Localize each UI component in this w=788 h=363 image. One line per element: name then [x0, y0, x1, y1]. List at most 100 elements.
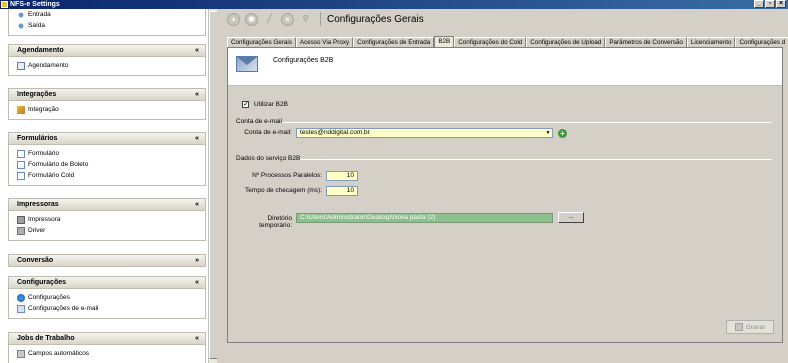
window-controls: _ ▫ ×: [754, 0, 786, 9]
chevron-down-icon[interactable]: ▼: [544, 129, 552, 137]
search-icon[interactable]: ⚲: [299, 13, 312, 26]
app-icon: [1, 1, 8, 8]
use-b2b-checkbox[interactable]: ✓ Utilizar B2B: [242, 101, 288, 108]
tab-configuracoes-gerais[interactable]: Configurações Gerais: [227, 37, 296, 47]
sidebar-section-agendamento: Agendamento « Agendamento: [8, 44, 206, 76]
sidebar-item-label: Formulário de Boleto: [28, 161, 89, 168]
main-area: + ✱ ╱ × ⚲ Configurações Gerais Configura…: [222, 9, 788, 363]
sidebar-item-driver[interactable]: Driver: [17, 225, 205, 236]
sidebar-item-saida[interactable]: Saída: [17, 20, 205, 31]
sidebar-section-jobs: Jobs de Trabalho « Campos automáticos: [8, 332, 206, 363]
sidebar-item-formulario[interactable]: Formulário: [17, 148, 205, 159]
envelope-icon: [236, 56, 258, 72]
sidebar-item-integracao[interactable]: Integração: [17, 104, 205, 115]
sidebar-item-configuracoes[interactable]: Configurações: [17, 292, 205, 303]
integration-icon: [17, 105, 25, 114]
add-icon[interactable]: +: [227, 12, 240, 26]
sidebar-item-label: Configurações: [28, 294, 70, 301]
section-header-impressoras[interactable]: Impressoras «: [8, 198, 206, 211]
panel-header-title: Configurações B2B: [273, 57, 334, 64]
temp-dir-input[interactable]: C:\Users\Administrator\Desktop\Nova past…: [296, 213, 553, 223]
toolbar: + ✱ ╱ × ⚲ Configurações Gerais: [222, 9, 788, 29]
collapse-icon[interactable]: «: [195, 199, 199, 210]
email-account-select[interactable]: testes@nddigital.com.br ▼: [296, 128, 553, 138]
use-b2b-label: Utilizar B2B: [254, 101, 288, 108]
sidebar-item-campos-automaticos[interactable]: Campos automáticos: [17, 348, 205, 359]
edit-icon[interactable]: ╱: [263, 13, 276, 26]
printer-icon: [17, 215, 25, 224]
gear-icon[interactable]: ✱: [245, 12, 258, 26]
tab-licenciamento[interactable]: Licenciamento: [686, 37, 736, 47]
add-email-account-icon[interactable]: +: [558, 129, 567, 138]
sidebar-item-entrada[interactable]: Entrada: [17, 9, 205, 20]
page-title: Configurações Gerais: [327, 13, 424, 25]
section-header-formularios[interactable]: Formulários «: [8, 132, 206, 145]
tab-configuracoes-entrada[interactable]: Configurações de Entrada: [353, 37, 435, 47]
sidebar-section-conversao: Conversão »: [8, 254, 206, 267]
collapse-icon[interactable]: «: [195, 133, 199, 144]
sidebar-section-impressoras: Impressoras « Impressora Driver: [8, 198, 206, 241]
sidebar-item-impressora[interactable]: Impressora: [17, 214, 205, 225]
email-group-title: Conta de e-mail: [236, 118, 282, 125]
sidebar-content: Entrada Saída Agendamento « Agendamento: [0, 9, 208, 363]
checkbox-box[interactable]: ✓: [242, 101, 249, 108]
sidebar-scrollbar[interactable]: [208, 9, 218, 363]
temp-dir-label: Diretório temporário:: [259, 215, 292, 229]
sidebar-item-label: Formulário: [28, 150, 60, 157]
tab-configuracoes-cold[interactable]: Configurações do Cold: [454, 37, 527, 47]
save-button[interactable]: Gravar: [726, 320, 774, 334]
collapse-icon[interactable]: «: [195, 89, 199, 100]
check-interval-label: Tempo de checagem (ms):: [245, 187, 322, 194]
collapse-icon[interactable]: «: [195, 45, 199, 56]
tab-configuracoes-upload[interactable]: Configurações de Upload: [526, 37, 606, 47]
section-header-conversao[interactable]: Conversão »: [8, 254, 206, 267]
email-account-label: Conta de e-mail:: [244, 129, 292, 136]
panel-header: Configurações B2B: [228, 48, 782, 86]
section-header-integracoes[interactable]: Integrações «: [8, 88, 206, 101]
close-button[interactable]: ×: [776, 0, 786, 8]
section-header-agendamento[interactable]: Agendamento «: [8, 44, 206, 57]
sidebar-item-formulario-cold[interactable]: Formulário Cold: [17, 170, 205, 181]
maximize-button[interactable]: ▫: [765, 0, 775, 8]
tab-acesso-via-proxy[interactable]: Acesso Via Proxy: [295, 37, 354, 47]
tab-configuracoes-more[interactable]: Configurações d: [735, 37, 788, 47]
section-header-jobs[interactable]: Jobs de Trabalho «: [8, 332, 206, 345]
sidebar-item-formulario-boleto[interactable]: Formulário de Boleto: [17, 159, 205, 170]
section-header-configuracoes[interactable]: Configurações «: [8, 276, 206, 289]
b2b-panel: Configurações B2B ✓ Utilizar B2B Conta d…: [227, 47, 783, 343]
window-title: NFS-e Settings: [10, 1, 60, 8]
sidebar-item-agendamento[interactable]: Agendamento: [17, 60, 205, 71]
browse-button[interactable]: ...: [558, 212, 584, 223]
minimize-button[interactable]: _: [754, 0, 764, 8]
parallel-processes-label: Nº Processos Paralelos:: [252, 172, 322, 179]
fields-icon: [17, 349, 25, 358]
parallel-processes-input[interactable]: 10: [326, 171, 358, 181]
expand-icon[interactable]: »: [195, 255, 199, 266]
globe-icon: [17, 293, 25, 302]
tab-strip: Configurações Gerais Acesso Via Proxy Co…: [227, 36, 788, 47]
tab-parametros-conversao[interactable]: Parâmetros de Conversão: [605, 37, 687, 47]
sidebar-item-label: Saída: [28, 22, 45, 29]
sidebar-item-label: Formulário Cold: [28, 172, 75, 179]
sidebar-item-label: Agendamento: [28, 62, 69, 69]
sidebar-section-top: Entrada Saída: [8, 9, 206, 36]
email-icon: [17, 304, 25, 313]
document-icon: [17, 160, 25, 169]
save-icon: [734, 323, 743, 331]
service-group-title: Dados do serviço B2B: [236, 155, 301, 162]
sidebar-item-configuracoes-email[interactable]: Configurações de e-mail: [17, 303, 205, 314]
sidebar-item-label: Entrada: [28, 11, 51, 18]
check-interval-input[interactable]: 10: [326, 186, 358, 196]
delete-icon[interactable]: ×: [281, 12, 294, 26]
sidebar-item-label: Configurações de e-mail: [28, 305, 99, 312]
sidebar-item-label: Integração: [28, 106, 59, 113]
calendar-icon: [17, 61, 25, 70]
collapse-icon[interactable]: «: [195, 333, 199, 344]
document-icon: [17, 171, 25, 180]
sidebar-section-configuracoes: Configurações « Configurações Configuraç…: [8, 276, 206, 319]
driver-icon: [17, 226, 25, 235]
sidebar: Entrada Saída Agendamento « Agendamento: [0, 9, 220, 363]
sidebar-item-label: Campos automáticos: [28, 350, 90, 357]
tab-b2b[interactable]: B2B: [434, 36, 455, 47]
collapse-icon[interactable]: «: [195, 277, 199, 288]
